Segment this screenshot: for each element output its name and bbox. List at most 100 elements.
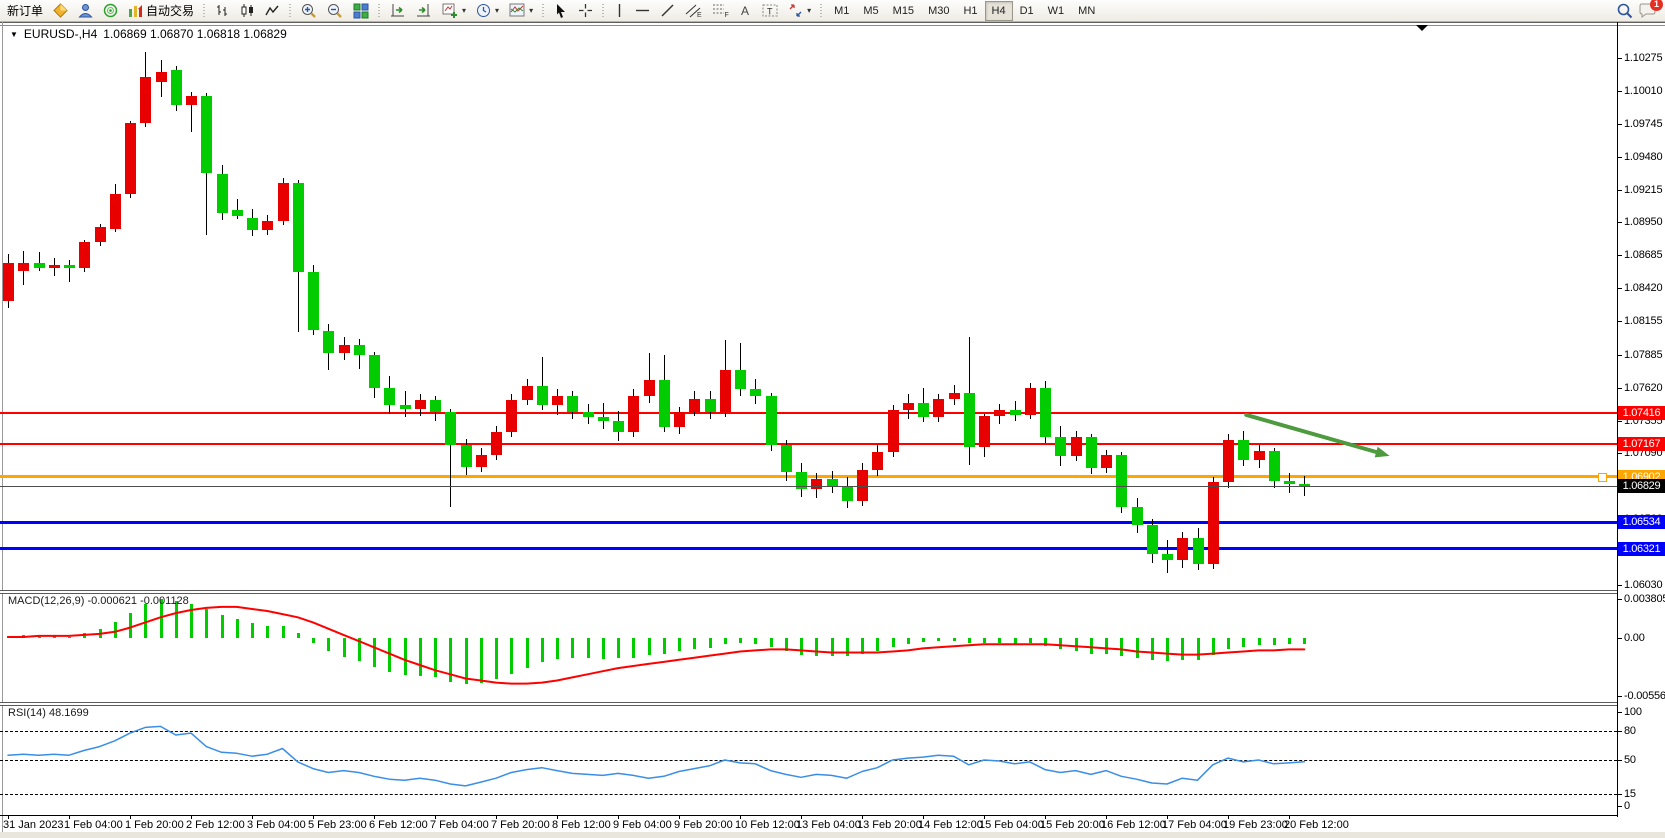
trendline-button[interactable] xyxy=(655,0,680,22)
macd-histogram-bar xyxy=(526,638,529,668)
period-button[interactable]: ▾ xyxy=(471,0,504,22)
candle xyxy=(186,96,197,105)
line-chart-button[interactable] xyxy=(260,0,285,22)
chevron-down-icon[interactable]: ▾ xyxy=(807,6,811,15)
macd-histogram-bar xyxy=(251,623,254,638)
candle xyxy=(247,218,258,230)
toolbar-separator xyxy=(201,2,208,20)
candle xyxy=(1147,525,1158,554)
chart-shift-button[interactable] xyxy=(411,0,437,22)
macd-histogram-bar xyxy=(709,638,712,648)
horizontal-level-line[interactable] xyxy=(0,521,1617,524)
macd-histogram-bar xyxy=(571,638,574,658)
candle xyxy=(598,417,609,421)
price-tick-label: 1.08155 xyxy=(1624,315,1662,327)
hline-drag-marker[interactable] xyxy=(1598,473,1607,482)
candle xyxy=(628,396,639,432)
new-order-button[interactable]: 新订单 xyxy=(2,0,48,22)
macd-histogram-bar xyxy=(1181,638,1184,660)
chart-shift-marker-icon[interactable] xyxy=(1416,25,1428,31)
line-chart-icon xyxy=(265,3,280,18)
macd-histogram-bar xyxy=(1258,638,1261,645)
macd-histogram-bar xyxy=(297,633,300,638)
candle xyxy=(827,479,838,485)
notifications-chat-icon[interactable]: 1 xyxy=(1639,3,1657,19)
macd-histogram-bar xyxy=(358,638,361,661)
chevron-down-icon[interactable]: ▾ xyxy=(462,6,466,15)
charts-profile-button[interactable] xyxy=(48,0,73,22)
time-tick-label: 1 Feb 20:00 xyxy=(125,819,184,831)
macd-histogram-bar xyxy=(465,638,468,684)
candle xyxy=(430,400,441,412)
time-tick-label: 7 Feb 04:00 xyxy=(430,819,489,831)
zoom-out-button[interactable] xyxy=(322,0,348,22)
horizontal-line-button[interactable] xyxy=(630,0,655,22)
fibonacci-button[interactable]: F xyxy=(707,0,734,22)
candle xyxy=(125,123,136,194)
bar-chart-button[interactable] xyxy=(210,0,235,22)
timeframe-button-m5[interactable]: M5 xyxy=(856,1,885,21)
zoom-in-button[interactable] xyxy=(296,0,322,22)
new-chart-button[interactable]: ▾ xyxy=(437,0,471,22)
candle xyxy=(705,399,716,413)
candle xyxy=(278,183,289,221)
chart-window[interactable] xyxy=(0,22,1665,832)
chevron-down-icon[interactable]: ▾ xyxy=(529,6,533,15)
candle-chart-button[interactable] xyxy=(235,0,260,22)
tile-icon xyxy=(353,3,369,19)
timeframe-button-h1[interactable]: H1 xyxy=(956,1,984,21)
macd-histogram-bar xyxy=(495,638,498,679)
auto-scroll-button[interactable] xyxy=(385,0,411,22)
label-button[interactable]: T xyxy=(757,0,783,22)
chart-title-dropdown-icon[interactable]: ▼ xyxy=(10,30,18,39)
timeframe-button-mn[interactable]: MN xyxy=(1071,1,1102,21)
notification-badge: 1 xyxy=(1650,0,1663,11)
horizontal-level-line[interactable] xyxy=(0,475,1617,478)
price-tick-label: 1.08420 xyxy=(1624,282,1662,294)
vertical-line-button[interactable] xyxy=(609,0,630,22)
chevron-down-icon[interactable]: ▾ xyxy=(495,6,499,15)
auto-scroll-icon xyxy=(390,3,406,18)
macd-histogram-bar xyxy=(892,638,895,647)
rsi-level-line xyxy=(0,794,1617,795)
contacts-button[interactable] xyxy=(73,0,98,22)
timeframe-button-d1[interactable]: D1 xyxy=(1013,1,1041,21)
macd-panel-separator[interactable] xyxy=(0,590,1617,594)
candle xyxy=(232,210,243,216)
cursor-button[interactable] xyxy=(549,0,573,22)
candle xyxy=(994,410,1005,416)
channel-icon: E xyxy=(685,3,702,18)
chart-ohlc-values: 1.06869 1.06870 1.06818 1.06829 xyxy=(103,27,287,41)
horizontal-level-line[interactable] xyxy=(0,443,1617,445)
timeframe-button-m1[interactable]: M1 xyxy=(827,1,856,21)
price-tick-label: 1.10275 xyxy=(1624,52,1662,64)
time-tick-label: 16 Feb 12:00 xyxy=(1101,819,1166,831)
price-tick-label: 1.07885 xyxy=(1624,349,1662,361)
candle xyxy=(95,227,106,242)
time-tick-label: 10 Feb 12:00 xyxy=(735,819,800,831)
equidistant-channel-button[interactable]: E xyxy=(680,0,707,22)
rsi-tick-label: 15 xyxy=(1624,788,1636,800)
timeframe-button-h4[interactable]: H4 xyxy=(985,1,1013,21)
timeframe-button-m30[interactable]: M30 xyxy=(921,1,956,21)
candles-icon xyxy=(240,3,255,18)
candle xyxy=(522,386,533,400)
macd-histogram-bar xyxy=(129,613,132,638)
auto-trading-button[interactable]: 自动交易 xyxy=(123,0,199,22)
candle xyxy=(1132,507,1143,526)
crosshair-button[interactable] xyxy=(573,0,598,22)
text-a-icon: A xyxy=(739,3,752,18)
rsi-panel-separator[interactable] xyxy=(0,702,1617,706)
macd-histogram-bar xyxy=(449,638,452,682)
search-icon[interactable] xyxy=(1617,3,1633,19)
arrows-button[interactable]: ▾ xyxy=(783,0,816,22)
text-button[interactable]: A xyxy=(734,0,757,22)
horizontal-level-line[interactable] xyxy=(0,412,1617,414)
timeframe-button-m15[interactable]: M15 xyxy=(886,1,921,21)
candle xyxy=(79,242,90,268)
signals-button[interactable] xyxy=(98,0,123,22)
templates-button[interactable]: ▾ xyxy=(504,0,538,22)
timeframe-button-w1[interactable]: W1 xyxy=(1041,1,1072,21)
horizontal-level-line[interactable] xyxy=(0,547,1617,550)
tile-windows-button[interactable] xyxy=(348,0,374,22)
